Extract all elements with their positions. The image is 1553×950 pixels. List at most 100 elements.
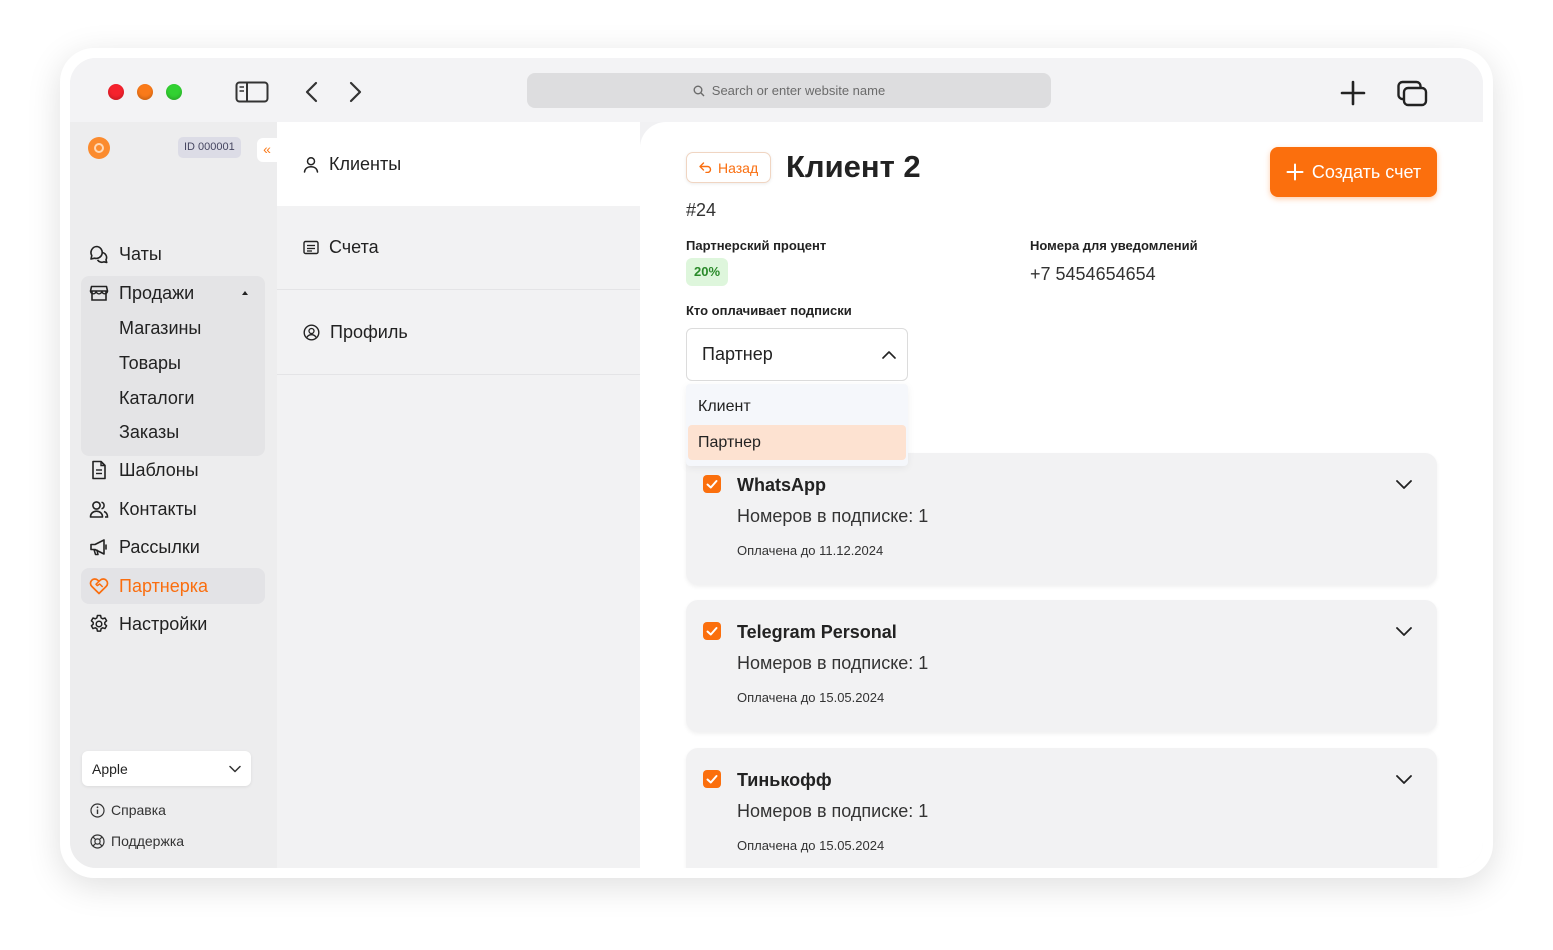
profile-icon [303, 324, 320, 341]
subscription-count: Номеров в подписке: 1 [737, 506, 929, 526]
account-id-badge: ID 000001 [178, 137, 241, 158]
chevron-down-icon [229, 765, 241, 772]
sidebar-item-label: Чаты [119, 243, 162, 264]
back-arrow-icon[interactable] [303, 80, 319, 104]
subscription-name: Telegram Personal [737, 622, 897, 642]
payer-option-client[interactable]: Клиент [688, 389, 906, 424]
partner-percent-label: Партнерский процент [686, 238, 827, 253]
chevron-down-icon[interactable] [1394, 624, 1414, 638]
subnav-item-label: Клиенты [329, 153, 402, 174]
notify-numbers-value: +7 5454654654 [1030, 264, 1156, 284]
checkbox-checked-icon[interactable] [703, 770, 721, 788]
sidebar-item-chats[interactable]: Чаты [81, 236, 265, 272]
invoice-icon [303, 240, 319, 255]
payer-option-partner[interactable]: Партнер [688, 425, 906, 460]
sidebar-item-label: Настройки [119, 613, 208, 634]
document-icon [92, 460, 106, 480]
subnav-item-invoices[interactable]: Счета [277, 206, 640, 290]
help-link-label: Справка [111, 802, 166, 818]
lifebuoy-icon [90, 833, 105, 849]
sidebar-subitem-products[interactable]: Товары [119, 348, 181, 378]
support-link[interactable]: Поддержка [90, 833, 184, 849]
subscription-count: Номеров в подписке: 1 [737, 801, 929, 821]
payer-label: Кто оплачивает подписки [686, 303, 852, 318]
close-window-button[interactable] [108, 84, 124, 100]
sidebar-item-label: Шаблоны [119, 459, 199, 480]
chevron-down-icon[interactable] [1394, 772, 1414, 786]
sidebar-subitem-orders[interactable]: Заказы [119, 417, 179, 447]
shop-select[interactable]: Apple [82, 751, 251, 786]
sidebar-toggle-icon[interactable] [235, 81, 269, 103]
subscription-paid-until: Оплачена до 15.05.2024 [737, 690, 885, 705]
subscription-count: Номеров в подписке: 1 [737, 653, 929, 673]
browser-window: Search or enter website name ID 000001 «… [70, 58, 1483, 868]
address-bar[interactable]: Search or enter website name [527, 73, 1051, 108]
sidebar-item-label: Рассылки [119, 536, 200, 557]
client-detail-panel: Назад Клиент 2 Создать счет #24 Партнерс… [640, 122, 1483, 868]
back-button[interactable]: Назад [686, 152, 772, 183]
browser-titlebar: Search or enter website name [70, 58, 1483, 122]
notify-numbers-label: Номера для уведомлений [1030, 238, 1198, 253]
subscription-card[interactable]: WhatsApp Номеров в подписке: 1 Оплачена … [686, 453, 1437, 585]
create-invoice-button[interactable]: Создать счет [1270, 147, 1437, 197]
gear-icon [90, 614, 108, 632]
maximize-window-button[interactable] [166, 84, 182, 100]
store-icon [89, 285, 109, 301]
plus-icon [1286, 163, 1304, 181]
checkbox-checked-icon[interactable] [703, 622, 721, 640]
subscription-card[interactable]: Telegram Personal Номеров в подписке: 1 … [686, 600, 1437, 732]
chat-bubbles-icon [90, 245, 108, 264]
payer-select-value: Партнер [702, 344, 773, 364]
forward-arrow-icon[interactable] [348, 80, 364, 104]
chevron-down-icon[interactable] [1394, 477, 1414, 491]
payer-select[interactable]: Партнер [686, 328, 908, 381]
subscription-name: WhatsApp [737, 475, 826, 495]
megaphone-icon [90, 539, 107, 556]
sidebar-subitem-catalogs[interactable]: Каталоги [119, 383, 195, 413]
page-title: Клиент 2 [786, 149, 921, 184]
support-link-label: Поддержка [111, 833, 185, 849]
subnav-item-label: Профиль [330, 322, 408, 342]
return-arrow-icon [699, 162, 712, 173]
checkbox-checked-icon[interactable] [703, 475, 721, 493]
subnav-item-label: Счета [329, 237, 379, 257]
user-icon [303, 156, 319, 173]
subnav-item-profile[interactable]: Профиль [277, 291, 640, 375]
partner-percent-badge: 20% [686, 258, 729, 286]
subscription-card[interactable]: Тинькофф Номеров в подписке: 1 Оплачена … [686, 748, 1437, 868]
sidebar-item-mailings[interactable]: Рассылки [81, 529, 265, 565]
search-icon [693, 85, 705, 96]
app-sidebar: ID 000001 « Чаты Продажи Магазины Товары… [70, 122, 277, 868]
back-button-label: Назад [718, 159, 759, 176]
app-logo [88, 137, 110, 159]
heart-handshake-icon [89, 578, 109, 595]
sidebar-item-settings[interactable]: Настройки [81, 606, 265, 642]
sidebar-item-sales[interactable]: Продажи [81, 275, 265, 311]
payer-dropdown: Клиент Партнер [686, 384, 908, 466]
subnav-item-clients[interactable]: Клиенты [277, 122, 640, 206]
subscription-paid-until: Оплачена до 11.12.2024 [737, 543, 884, 558]
shop-select-value: Apple [92, 760, 128, 777]
help-link[interactable]: Справка [90, 802, 166, 818]
sidebar-subitem-shops[interactable]: Магазины [119, 313, 201, 343]
partner-subnav: Клиенты Счета Профиль [277, 122, 640, 868]
tabs-overview-icon[interactable] [1397, 79, 1429, 107]
users-icon [89, 501, 109, 518]
address-bar-placeholder: Search or enter website name [711, 83, 886, 98]
sidebar-item-label: Продажи [119, 282, 195, 303]
client-id: #24 [686, 200, 717, 220]
sidebar-item-label: Контакты [119, 498, 197, 519]
collapse-sidebar-button[interactable]: « [257, 138, 277, 162]
sidebar-item-contacts[interactable]: Контакты [81, 491, 265, 527]
new-tab-plus-icon[interactable] [1339, 79, 1367, 107]
subscription-name: Тинькофф [737, 770, 832, 790]
subscription-paid-until: Оплачена до 15.05.2024 [737, 838, 885, 853]
caret-up-icon [242, 291, 248, 295]
sidebar-item-partner[interactable]: Партнерка [81, 568, 265, 604]
sidebar-item-templates[interactable]: Шаблоны [81, 452, 265, 488]
sidebar-item-label: Партнерка [119, 575, 209, 596]
info-icon [90, 802, 105, 818]
minimize-window-button[interactable] [137, 84, 153, 100]
create-invoice-label: Создать счет [1311, 161, 1422, 182]
chevron-up-icon [882, 350, 896, 359]
